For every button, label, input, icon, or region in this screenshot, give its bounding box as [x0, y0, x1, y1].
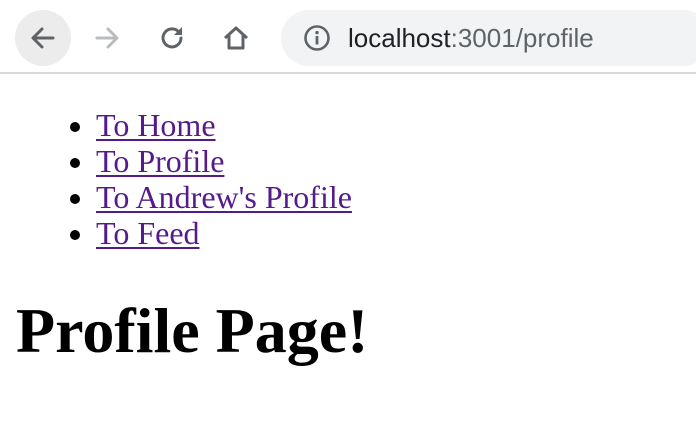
- forward-button[interactable]: [79, 10, 135, 66]
- link-to-feed[interactable]: To Feed: [96, 215, 200, 251]
- info-icon[interactable]: [303, 24, 331, 52]
- reload-icon: [161, 27, 183, 49]
- back-button[interactable]: [15, 10, 71, 66]
- link-to-home[interactable]: To Home: [96, 107, 216, 143]
- list-item: To Andrew's Profile: [96, 179, 352, 215]
- reload-button[interactable]: [144, 10, 200, 66]
- list-item: To Home: [96, 107, 352, 143]
- url-text[interactable]: localhost:3001/profile: [348, 10, 594, 66]
- url-host: localhost: [348, 23, 451, 53]
- home-icon: [223, 26, 249, 50]
- link-to-andrews-profile[interactable]: To Andrew's Profile: [96, 179, 352, 215]
- list-item: To Feed: [96, 215, 352, 251]
- page-title: Profile Page!: [16, 295, 369, 366]
- address-bar[interactable]: localhost:3001/profile: [281, 10, 696, 66]
- page-content: To Home To Profile To Andrew's Profile T…: [0, 74, 696, 446]
- nav-link-list: To Home To Profile To Andrew's Profile T…: [0, 107, 352, 251]
- forward-arrow-icon: [95, 27, 119, 49]
- url-path: :3001/profile: [450, 23, 594, 53]
- back-arrow-icon: [31, 27, 55, 49]
- link-to-profile[interactable]: To Profile: [96, 143, 224, 179]
- home-button[interactable]: [208, 10, 264, 66]
- browser-toolbar: localhost:3001/profile: [0, 0, 696, 74]
- list-item: To Profile: [96, 143, 352, 179]
